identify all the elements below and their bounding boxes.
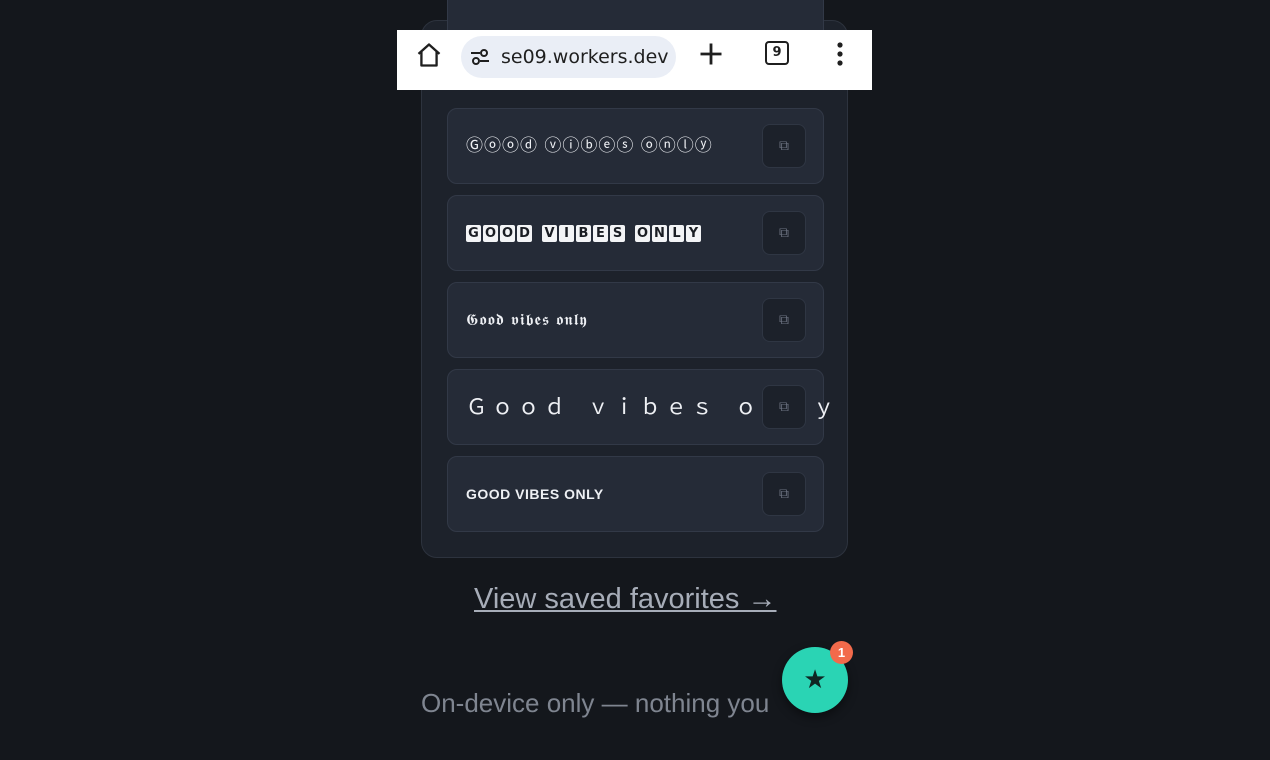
result-row[interactable]: 𝕲𝖔𝖔𝖉 𝖛𝖎𝖇𝖊𝖘 𝖔𝖓𝖑𝖞 ⧉ — [447, 282, 824, 358]
plus-icon[interactable] — [697, 40, 725, 68]
result-text: Ⓖⓞⓞⓓ ⓥⓘⓑⓔⓢ ⓞⓝⓛⓨ — [466, 136, 713, 156]
squared-letter: S — [610, 225, 625, 242]
squared-letter: I — [559, 225, 574, 242]
result-row[interactable]: Ｇｏｏｄ ｖｉｂｅｓ ｏｎｌｙ ⧉ — [447, 369, 834, 445]
squared-letter: L — [669, 225, 684, 242]
squared-letter: B — [576, 225, 591, 242]
squared-letter: O — [635, 225, 650, 242]
tabs-icon[interactable]: 9 — [765, 41, 789, 65]
squared-letter: O — [483, 225, 498, 242]
squared-letter: E — [593, 225, 608, 242]
tune-icon[interactable] — [469, 47, 491, 67]
result-text: GOOD VIBES ONLY — [466, 486, 604, 502]
squared-letter — [627, 225, 633, 242]
results-panel: Ⓖⓞⓞⓓ ⓥⓘⓑⓔⓢ ⓞⓝⓛⓨ ⧉ GOODVIBESONLY ⧉ 𝕲𝖔𝖔𝖉 𝖛… — [421, 0, 848, 558]
browser-toolbar: se09.workers.dev 9 — [397, 30, 872, 90]
home-icon[interactable] — [415, 41, 443, 69]
squared-letter: G — [466, 225, 481, 242]
result-text: GOODVIBESONLY — [466, 196, 703, 270]
copy-icon[interactable]: ⧉ — [762, 211, 806, 255]
copy-icon[interactable]: ⧉ — [762, 298, 806, 342]
result-row[interactable]: GOODVIBESONLY ⧉ — [447, 195, 824, 271]
more-vert-icon[interactable] — [835, 41, 845, 69]
address-bar[interactable]: se09.workers.dev — [461, 36, 676, 78]
star-icon: ★ — [803, 665, 827, 695]
squared-letter: D — [517, 225, 532, 242]
result-row[interactable]: Ⓖⓞⓞⓓ ⓥⓘⓑⓔⓢ ⓞⓝⓛⓨ ⧉ — [447, 108, 824, 184]
copy-icon[interactable]: ⧉ — [762, 124, 806, 168]
result-text: 𝕲𝖔𝖔𝖉 𝖛𝖎𝖇𝖊𝖘 𝖔𝖓𝖑𝖞 — [466, 310, 588, 329]
squared-letter — [534, 225, 540, 242]
squared-letters: GOODVIBESONLY — [466, 196, 703, 270]
result-row[interactable]: GOOD VIBES ONLY ⧉ — [447, 456, 824, 532]
copy-icon[interactable]: ⧉ — [762, 385, 806, 429]
url-text[interactable]: se09.workers.dev — [501, 46, 669, 68]
squared-letter: O — [500, 225, 515, 242]
view-favorites-link[interactable]: View saved favorites → — [474, 583, 777, 616]
footer-text: On-device only — nothing you — [421, 688, 770, 718]
squared-letter: Y — [686, 225, 701, 242]
squared-letter: V — [542, 225, 557, 242]
favorites-count-badge: 1 — [830, 641, 853, 664]
squared-letter: N — [652, 225, 667, 242]
copy-icon[interactable]: ⧉ — [762, 472, 806, 516]
